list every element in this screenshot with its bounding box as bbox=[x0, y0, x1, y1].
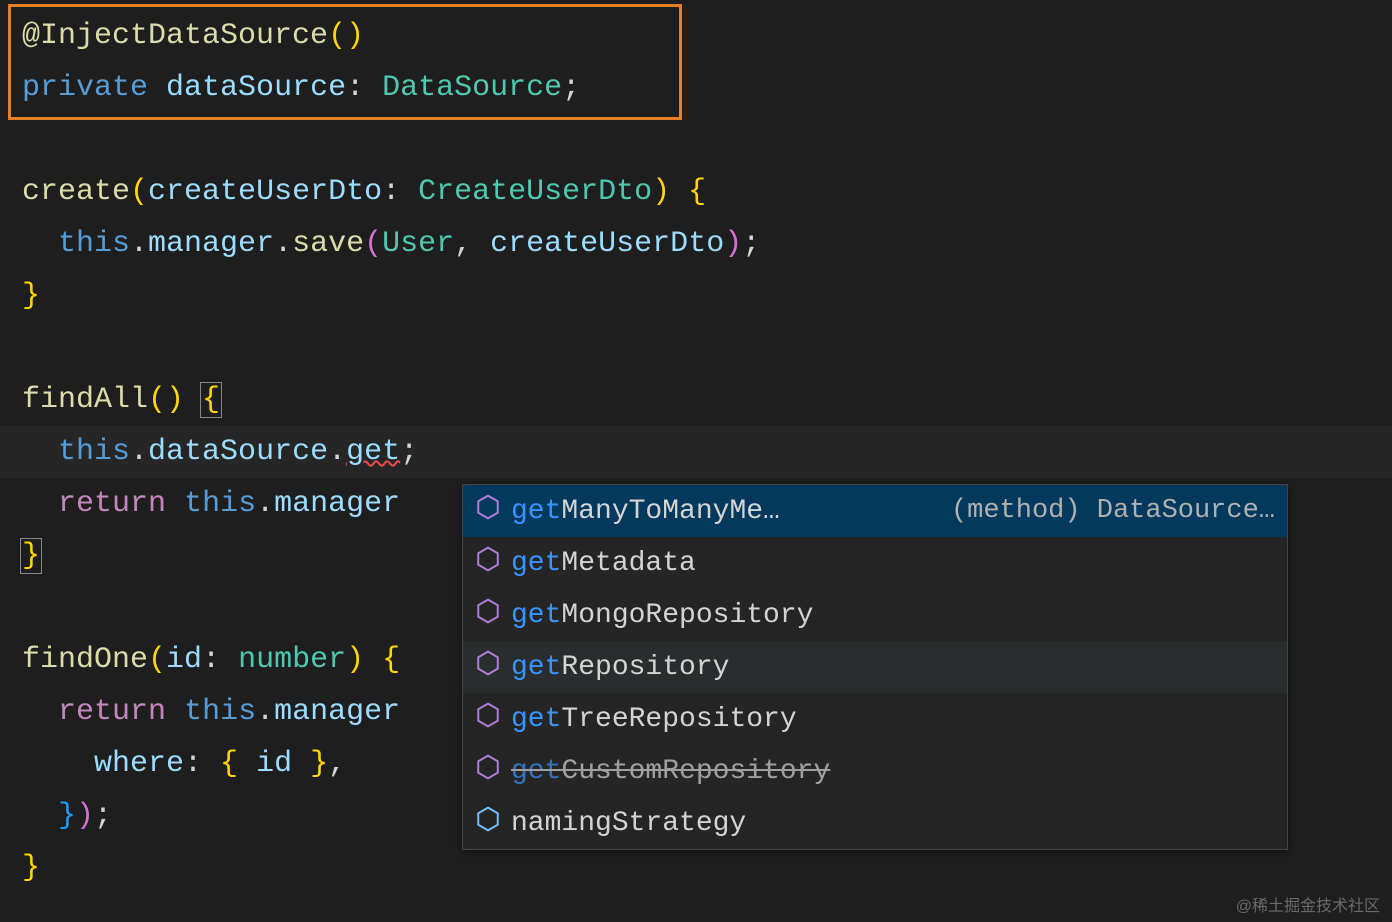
autocomplete-item[interactable]: getManyToManyMe…(method) DataSource… bbox=[463, 485, 1287, 537]
autocomplete-popup[interactable]: getManyToManyMe…(method) DataSource…getM… bbox=[462, 484, 1288, 850]
method-icon bbox=[475, 702, 511, 737]
autocomplete-item[interactable]: getCustomRepository bbox=[463, 745, 1287, 797]
code-line: this.manager.save(User, createUserDto); bbox=[22, 218, 1392, 270]
autocomplete-item[interactable]: getTreeRepository bbox=[463, 693, 1287, 745]
watermark-text: @稀土掘金技术社区 bbox=[1236, 892, 1380, 916]
method-icon bbox=[475, 494, 511, 529]
method-icon bbox=[475, 650, 511, 685]
autocomplete-item[interactable]: getMongoRepository bbox=[463, 589, 1287, 641]
code-line-active: this.dataSource.get; bbox=[0, 426, 1392, 478]
code-line: findAll() { bbox=[22, 374, 1392, 426]
code-line: private dataSource: DataSource; bbox=[22, 62, 1392, 114]
autocomplete-item[interactable]: namingStrategy bbox=[463, 797, 1287, 849]
autocomplete-label: getMongoRepository bbox=[511, 600, 1275, 631]
autocomplete-label: getRepository bbox=[511, 652, 1275, 683]
autocomplete-item[interactable]: getRepository bbox=[463, 641, 1287, 693]
method-icon bbox=[475, 598, 511, 633]
code-line: @InjectDataSource() bbox=[22, 10, 1392, 62]
code-line: } bbox=[22, 270, 1392, 322]
autocomplete-item[interactable]: getMetadata bbox=[463, 537, 1287, 589]
autocomplete-detail: (method) DataSource… bbox=[931, 496, 1275, 526]
method-icon bbox=[475, 754, 511, 789]
autocomplete-label: getTreeRepository bbox=[511, 704, 1275, 735]
method-icon bbox=[475, 546, 511, 581]
autocomplete-label: namingStrategy bbox=[511, 808, 1275, 839]
code-line bbox=[22, 114, 1392, 166]
autocomplete-label: getMetadata bbox=[511, 548, 1275, 579]
autocomplete-label: getManyToManyMe… bbox=[511, 496, 931, 527]
autocomplete-label: getCustomRepository bbox=[511, 756, 1275, 787]
code-line: create(createUserDto: CreateUserDto) { bbox=[22, 166, 1392, 218]
property-icon bbox=[475, 806, 511, 841]
code-line bbox=[22, 322, 1392, 374]
